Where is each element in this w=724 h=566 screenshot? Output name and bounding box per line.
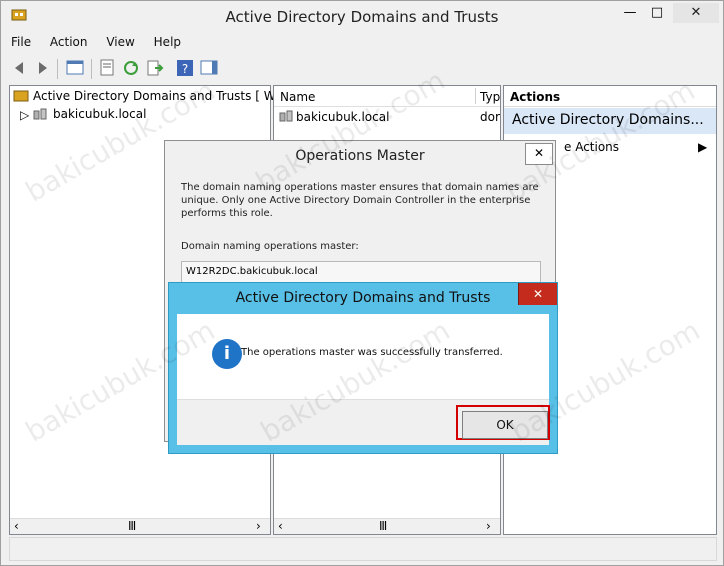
svg-text:?: ?: [182, 62, 188, 76]
dialog-close-button[interactable]: ✕: [525, 143, 553, 165]
toolbar: ?: [9, 56, 715, 82]
minimize-button[interactable]: —: [617, 3, 643, 23]
toolbar-separator: [57, 59, 58, 79]
ok-button[interactable]: OK: [462, 411, 548, 439]
refresh-icon[interactable]: [121, 58, 141, 78]
title-bar: Active Directory Domains and Trusts — □ …: [1, 1, 723, 31]
back-icon[interactable]: [9, 58, 29, 78]
close-button[interactable]: ✕: [673, 3, 719, 23]
message-box-title: Active Directory Domains and Trusts: [235, 290, 491, 306]
info-icon: i: [212, 339, 242, 369]
message-box-footer: OK: [177, 399, 550, 445]
list-item-type: dor: [480, 110, 500, 124]
menu-file[interactable]: File: [11, 33, 31, 51]
message-text: The operations master was successfully t…: [241, 347, 503, 358]
more-actions[interactable]: e Actions ▶: [564, 138, 710, 156]
more-actions-label: e Actions: [564, 140, 620, 154]
window-title: Active Directory Domains and Trusts: [225, 8, 499, 26]
menu-action[interactable]: Action: [50, 33, 88, 51]
domain-icon: [279, 110, 293, 122]
submenu-arrow-icon: ▶: [698, 140, 708, 154]
scroll-left-icon[interactable]: ‹: [14, 519, 19, 533]
properties-icon[interactable]: [97, 58, 117, 78]
dialog-title: Operations Master: [295, 148, 425, 164]
list-item-name: bakicubuk.local: [296, 110, 390, 124]
message-box: Active Directory Domains and Trusts ✕ i …: [168, 282, 558, 454]
tree-root-label: Active Directory Domains and Trusts [ W1…: [33, 89, 300, 103]
actions-title: Actions: [510, 90, 561, 104]
list-item[interactable]: bakicubuk.local dor: [278, 108, 500, 126]
domain-icon: [33, 108, 47, 120]
actions-header: Actions: [504, 86, 716, 107]
column-name[interactable]: Name: [280, 90, 315, 104]
tree-item-label: bakicubuk.local: [53, 107, 147, 121]
expand-arrow-icon[interactable]: ▷: [20, 108, 29, 122]
message-box-close-button[interactable]: ✕: [518, 283, 557, 305]
operations-master-field[interactable]: W12R2DC.bakicubuk.local: [181, 261, 541, 283]
export-list-icon[interactable]: [145, 58, 165, 78]
console-tree-icon[interactable]: [65, 58, 85, 78]
status-bar: [9, 537, 717, 561]
maximize-button[interactable]: □: [644, 3, 670, 23]
message-box-body: i The operations master was successfully…: [177, 314, 549, 399]
scroll-right-icon[interactable]: ›: [256, 519, 261, 533]
list-header: Name Typ: [274, 86, 500, 107]
scroll-thumb-icon[interactable]: Ⅲ: [379, 519, 387, 533]
left-horizontal-scrollbar[interactable]: ‹ Ⅲ ›: [10, 518, 270, 534]
menu-help[interactable]: Help: [154, 33, 181, 51]
domains-trusts-icon: [13, 90, 29, 102]
actions-selected-label: Active Directory Domains...: [512, 112, 704, 128]
mid-horizontal-scrollbar[interactable]: ‹ Ⅲ ›: [274, 518, 500, 534]
forward-icon[interactable]: [33, 58, 53, 78]
menu-bar: File Action View Help: [11, 33, 196, 53]
dialog-description: The domain naming operations master ensu…: [181, 182, 539, 219]
column-type[interactable]: Typ: [480, 90, 500, 104]
menu-view[interactable]: View: [106, 33, 134, 51]
help-icon[interactable]: ?: [175, 58, 195, 78]
dialog-label: Domain naming operations master:: [181, 241, 359, 252]
scroll-right-icon[interactable]: ›: [486, 519, 491, 533]
toolbar-separator: [91, 59, 92, 79]
action-pane-icon[interactable]: [199, 58, 219, 78]
scroll-left-icon[interactable]: ‹: [278, 519, 283, 533]
column-divider[interactable]: [475, 88, 476, 104]
tree-root[interactable]: Active Directory Domains and Trusts [ W1…: [13, 88, 299, 104]
actions-selected-item[interactable]: Active Directory Domains...: [504, 108, 716, 134]
scroll-thumb-icon[interactable]: Ⅲ: [128, 519, 136, 533]
